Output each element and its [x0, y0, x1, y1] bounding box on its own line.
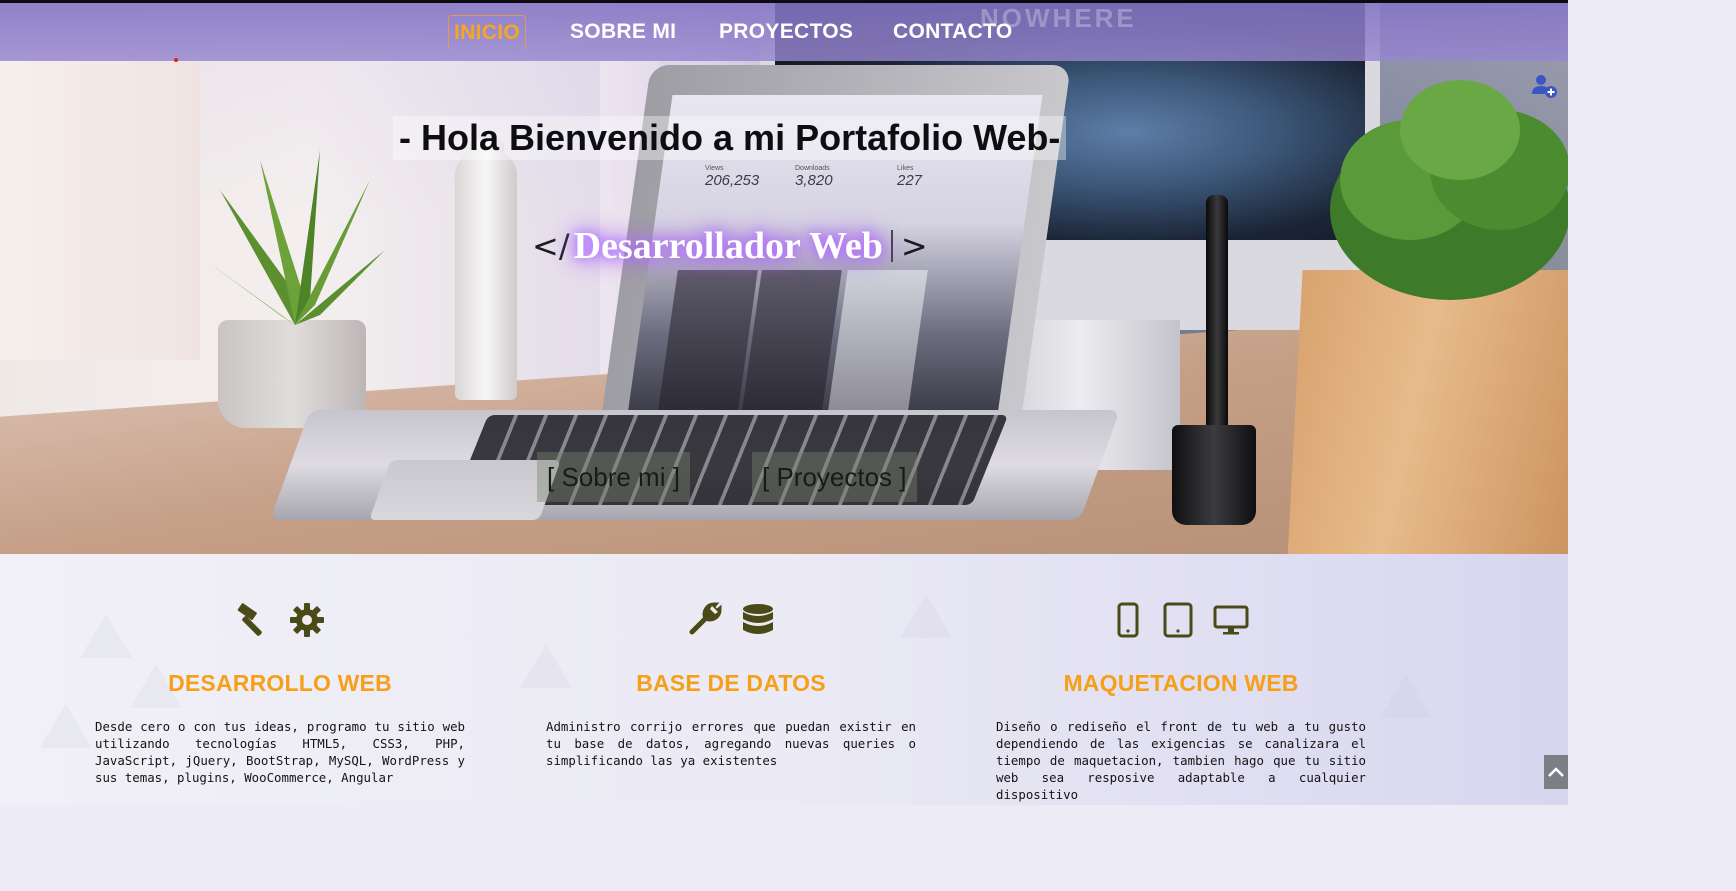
bg-triangle	[40, 704, 92, 748]
services-section: DESARROLLO WEB Desde cero o con tus idea…	[0, 554, 1568, 805]
pen-image	[1206, 195, 1228, 435]
stat-label: Likes	[897, 165, 914, 172]
code-bracket-close: >	[900, 227, 928, 265]
main-navbar: NOWHERE INICIO SOBRE MI PROYECTOS CONTAC…	[0, 3, 1568, 61]
hammer-icon	[237, 603, 262, 636]
planter-image	[1287, 270, 1568, 554]
about-button[interactable]: [ Sobre mi ]	[537, 452, 690, 502]
projects-button[interactable]: [ Proyectos ]	[752, 452, 917, 502]
service-icons	[546, 602, 916, 638]
stat-label: Views	[705, 165, 724, 172]
service-description: Desde cero o con tus ideas, programo tu …	[95, 719, 465, 785]
nav-sobre-mi[interactable]: SOBRE MI	[570, 15, 676, 49]
stat-value: 3,820	[795, 172, 833, 189]
nav-inicio[interactable]: INICIO	[448, 15, 526, 49]
service-description: Administro corrijo errores que puedan ex…	[546, 719, 916, 768]
service-icons	[996, 602, 1366, 638]
service-icons	[95, 602, 465, 638]
laptop-trackpad-image	[369, 460, 561, 520]
stat-downloads: Downloads 3,820	[795, 165, 833, 189]
service-title: MAQUETACION WEB	[1063, 670, 1299, 696]
stat-views: Views 206,253	[705, 165, 759, 189]
role-text: Desarrollador Web	[573, 225, 883, 267]
plant-left-image	[205, 150, 385, 325]
pen-holder-image	[1172, 425, 1256, 525]
bottle-image	[455, 150, 517, 400]
tablet-icon	[1163, 602, 1193, 638]
service-description: Diseño o rediseño el front de tu web a t…	[996, 719, 1366, 802]
nav-proyectos[interactable]: PROYECTOS	[719, 15, 853, 49]
chevron-up-icon	[1548, 767, 1564, 777]
scroll-top-button[interactable]	[1544, 755, 1568, 789]
stat-value: 227	[897, 172, 923, 189]
bg-triangle	[1380, 674, 1432, 718]
service-title: BASE DE DATOS	[636, 670, 826, 696]
stat-value: 206,253	[705, 172, 760, 189]
stat-likes: Likes 227	[897, 165, 922, 189]
service-title: DESARROLLO WEB	[168, 670, 392, 696]
typing-caret	[890, 230, 893, 262]
user-plus-icon[interactable]	[1530, 72, 1558, 100]
mobile-icon	[1117, 602, 1139, 638]
background-wall	[0, 60, 200, 360]
stat-label: Downloads	[795, 165, 830, 172]
top-border	[0, 0, 1568, 3]
code-bracket-open: </	[532, 227, 570, 265]
cursor-dot	[174, 58, 178, 62]
gear-icon	[290, 603, 324, 637]
role-typewriter: </ Desarrollador Web >	[532, 221, 928, 271]
database-icon	[743, 604, 773, 634]
wrench-icon	[689, 602, 722, 635]
desktop-icon	[1213, 605, 1249, 635]
nav-contacto[interactable]: CONTACTO	[893, 15, 1012, 49]
welcome-heading: - Hola Bienvenido a mi Portafolio Web-	[393, 116, 1067, 160]
